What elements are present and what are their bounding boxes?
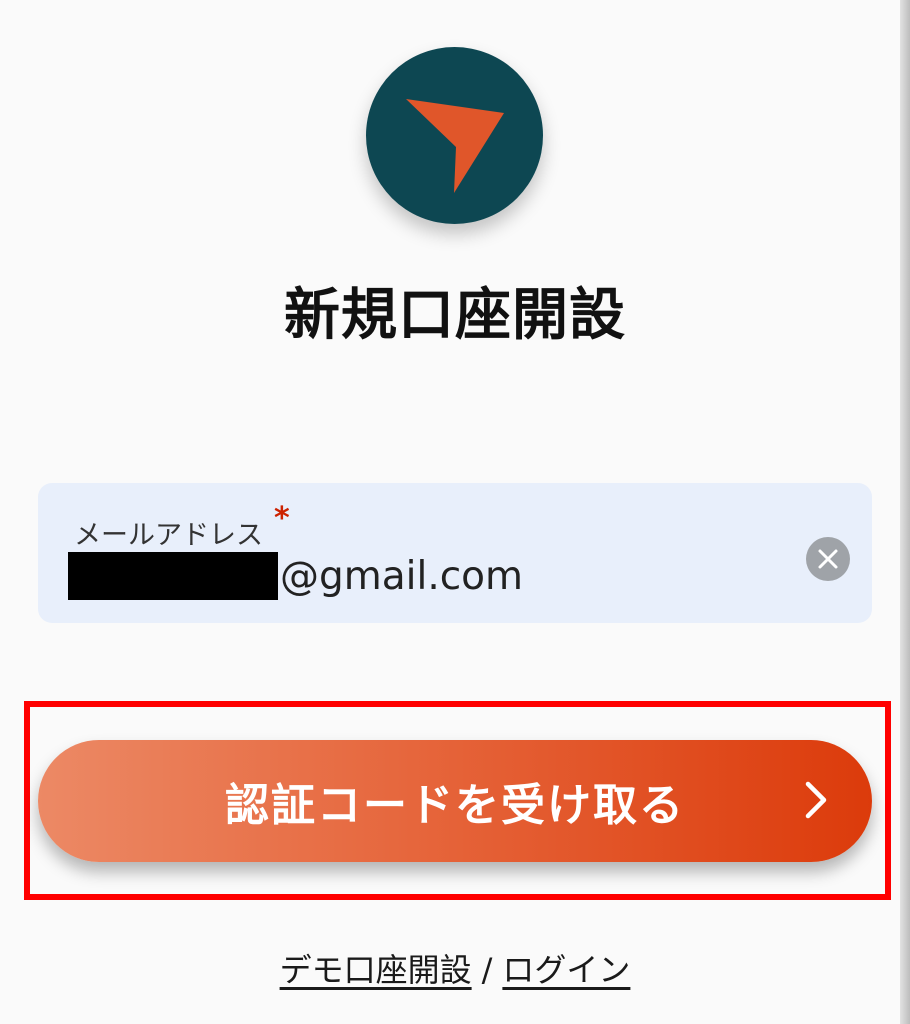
receive-code-button[interactable]: 認証コードを受け取る	[38, 740, 872, 862]
receive-code-label: 認証コードを受け取る	[225, 780, 685, 831]
email-value: @gmail.com	[280, 553, 524, 599]
email-field[interactable]: メールアドレス * @gmail.com	[38, 483, 872, 623]
bottom-links: デモ口座開設 / ログイン	[0, 945, 910, 991]
demo-account-link[interactable]: デモ口座開設	[280, 951, 472, 989]
link-separator: /	[481, 951, 493, 989]
redacted-block	[68, 552, 278, 600]
app-logo	[366, 47, 543, 224]
required-mark: *	[274, 501, 290, 536]
clear-input-button[interactable]	[806, 537, 850, 581]
email-input[interactable]: @gmail.com	[68, 551, 523, 601]
scrollbar-edge	[900, 0, 910, 1024]
email-label: メールアドレス	[74, 520, 263, 551]
login-link[interactable]: ログイン	[502, 951, 630, 989]
chevron-right-icon	[805, 781, 827, 819]
arrow-pointer-icon	[406, 99, 504, 193]
close-icon	[818, 549, 838, 569]
page-title: 新規口座開設	[284, 283, 626, 348]
